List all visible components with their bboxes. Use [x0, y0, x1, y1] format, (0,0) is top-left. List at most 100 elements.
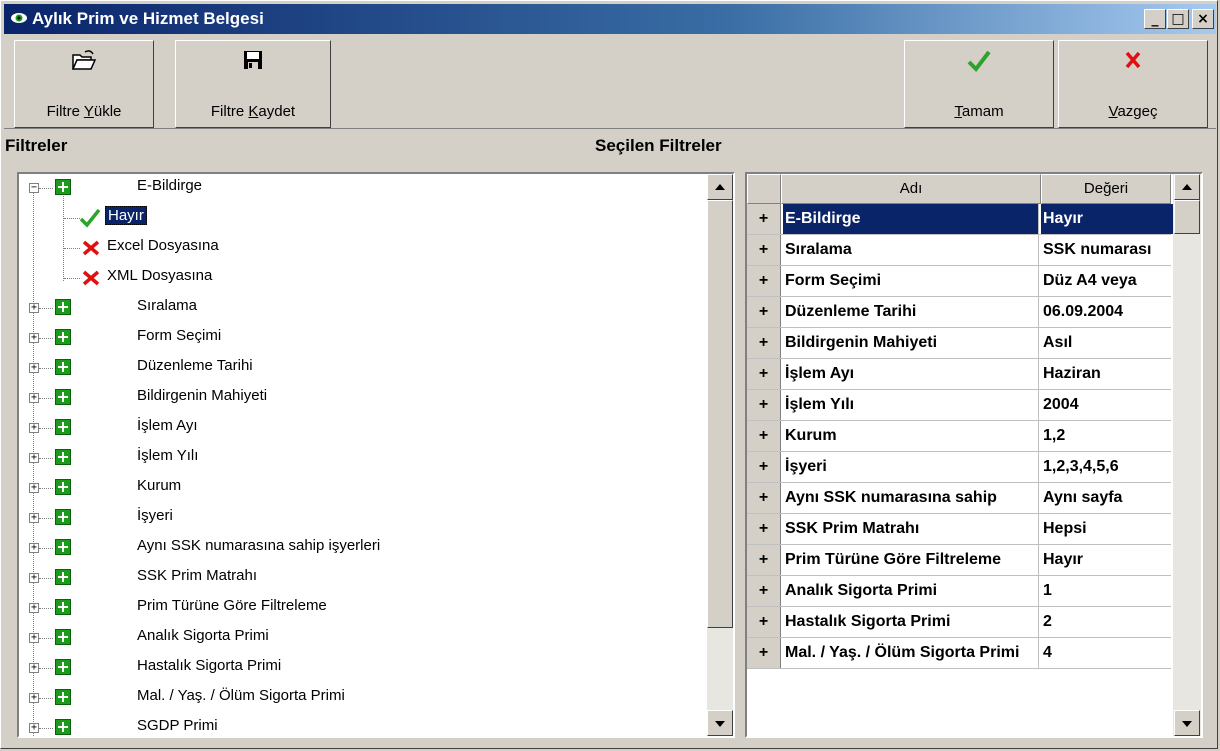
cancel-button[interactable]: Vazgeç	[1058, 40, 1208, 128]
grid-row[interactable]: + Prim Türüne Göre Filtreleme Hayır	[747, 545, 1171, 576]
expand-toggle[interactable]: +	[29, 633, 39, 643]
tree-node[interactable]: + Analık Sigorta Primi	[19, 624, 709, 654]
cell-name[interactable]: SSK Prim Matrahı	[783, 514, 1039, 544]
cell-value[interactable]: Aynı sayfa	[1041, 483, 1173, 513]
scroll-thumb[interactable]	[707, 200, 733, 628]
cell-value[interactable]: 1,2,3,4,5,6	[1041, 452, 1173, 482]
cell-name[interactable]: Sıralama	[783, 235, 1039, 265]
tree-node[interactable]: + Bildirgenin Mahiyeti	[19, 384, 709, 414]
tree-node[interactable]: + Hastalık Sigorta Primi	[19, 654, 709, 684]
expand-toggle[interactable]: +	[29, 663, 39, 673]
expand-toggle[interactable]: +	[29, 723, 39, 733]
tree-node[interactable]: + Mal. / Yaş. / Ölüm Sigorta Primi	[19, 684, 709, 714]
cell-name[interactable]: Prim Türüne Göre Filtreleme	[783, 545, 1039, 575]
expand-toggle[interactable]: +	[29, 603, 39, 613]
scroll-up-button[interactable]	[707, 174, 733, 200]
tree-node[interactable]: + Form Seçimi	[19, 324, 709, 354]
grid-row[interactable]: + Düzenleme Tarihi 06.09.2004	[747, 297, 1171, 328]
grid-scrollbar[interactable]	[1173, 174, 1201, 736]
expand-toggle[interactable]: +	[29, 543, 39, 553]
grid-row[interactable]: + SSK Prim Matrahı Hepsi	[747, 514, 1171, 545]
grid-row[interactable]: + Mal. / Yaş. / Ölüm Sigorta Primi 4	[747, 638, 1171, 669]
expand-toggle[interactable]: +	[29, 333, 39, 343]
cell-name[interactable]: E-Bildirge	[783, 204, 1039, 234]
grid-row[interactable]: + İşlem Yılı 2004	[747, 390, 1171, 421]
grid-row[interactable]: + İşyeri 1,2,3,4,5,6	[747, 452, 1171, 483]
close-button[interactable]: ×	[1192, 9, 1214, 29]
selected-filters-grid[interactable]: Adı Değeri + E-Bildirge Hayır + Sıralama SSK…	[745, 172, 1203, 738]
column-header-name[interactable]: Adı	[781, 174, 1041, 204]
cell-value[interactable]: 06.09.2004	[1041, 297, 1173, 327]
expand-toggle[interactable]: +	[29, 483, 39, 493]
cell-name[interactable]: Bildirgenin Mahiyeti	[783, 328, 1039, 358]
cell-name[interactable]: Aynı SSK numarasına sahip	[783, 483, 1039, 513]
grid-row[interactable]: + Hastalık Sigorta Primi 2	[747, 607, 1171, 638]
cell-value[interactable]: 1,2	[1041, 421, 1173, 451]
cell-value[interactable]: Asıl	[1041, 328, 1173, 358]
tree-node[interactable]: + İşlem Ayı	[19, 414, 709, 444]
save-filter-button[interactable]: Filtre Kaydet	[175, 40, 331, 128]
cell-name[interactable]: Düzenleme Tarihi	[783, 297, 1039, 327]
tree-node[interactable]: + Kurum	[19, 474, 709, 504]
tree-scrollbar[interactable]	[707, 174, 733, 736]
cell-value[interactable]: 4	[1041, 638, 1173, 668]
grid-row[interactable]: + Sıralama SSK numarası	[747, 235, 1171, 266]
ok-button[interactable]: Tamam	[904, 40, 1054, 128]
expand-toggle[interactable]: +	[29, 573, 39, 583]
grid-row[interactable]: + Form Seçimi Düz A4 veya	[747, 266, 1171, 297]
tree-node[interactable]: + Sıralama	[19, 294, 709, 324]
tree-node[interactable]: + SGDP Primi	[19, 714, 709, 736]
grid-row[interactable]: + Aynı SSK numarasına sahip Aynı sayfa	[747, 483, 1171, 514]
column-header-value[interactable]: Değeri	[1041, 174, 1171, 204]
expand-toggle[interactable]: +	[29, 423, 39, 433]
cell-name[interactable]: Hastalık Sigorta Primi	[783, 607, 1039, 637]
cell-name[interactable]: Analık Sigorta Primi	[783, 576, 1039, 606]
tree-child-xml[interactable]: XML Dosyasına	[19, 264, 709, 294]
cell-name[interactable]: Form Seçimi	[783, 266, 1039, 296]
scroll-thumb[interactable]	[1174, 200, 1200, 234]
tree-node[interactable]: + İşyeri	[19, 504, 709, 534]
expand-toggle[interactable]: +	[29, 303, 39, 313]
grid-row[interactable]: + Bildirgenin Mahiyeti Asıl	[747, 328, 1171, 359]
cell-value[interactable]: Hayır	[1041, 545, 1173, 575]
cell-name[interactable]: İşyeri	[783, 452, 1039, 482]
cell-value[interactable]: 2	[1041, 607, 1173, 637]
filter-tree[interactable]: − E-Bildirge Hayır Excel Dosyasına XML D…	[17, 172, 735, 738]
tree-node[interactable]: + SSK Prim Matrahı	[19, 564, 709, 594]
expand-toggle[interactable]: +	[29, 693, 39, 703]
expand-toggle[interactable]: +	[29, 453, 39, 463]
tree-child-hayir[interactable]: Hayır	[19, 204, 709, 234]
cell-value[interactable]: Düz A4 veya	[1041, 266, 1173, 296]
cell-value[interactable]: Haziran	[1041, 359, 1173, 389]
grid-row[interactable]: + Kurum 1,2	[747, 421, 1171, 452]
expand-toggle[interactable]: +	[29, 393, 39, 403]
cell-name[interactable]: İşlem Yılı	[783, 390, 1039, 420]
grid-row-selected[interactable]: + E-Bildirge Hayır	[747, 204, 1173, 235]
grid-row[interactable]: + İşlem Ayı Haziran	[747, 359, 1171, 390]
cell-value[interactable]: Hepsi	[1041, 514, 1173, 544]
tree-node-e-bildirge[interactable]: − E-Bildirge	[19, 174, 709, 204]
scroll-down-button[interactable]	[1174, 710, 1200, 736]
grid-row[interactable]: + Analık Sigorta Primi 1	[747, 576, 1171, 607]
expand-toggle[interactable]: +	[29, 363, 39, 373]
tree-node[interactable]: + Düzenleme Tarihi	[19, 354, 709, 384]
tree-child-excel[interactable]: Excel Dosyasına	[19, 234, 709, 264]
scroll-down-button[interactable]	[707, 710, 733, 736]
expand-toggle[interactable]: +	[29, 513, 39, 523]
tree-node[interactable]: + Aynı SSK numarasına sahip işyerleri	[19, 534, 709, 564]
tree-node[interactable]: + İşlem Yılı	[19, 444, 709, 474]
cell-value[interactable]: Hayır	[1041, 204, 1173, 234]
scroll-up-button[interactable]	[1174, 174, 1200, 200]
cell-name[interactable]: Mal. / Yaş. / Ölüm Sigorta Primi	[783, 638, 1039, 668]
title-bar[interactable]: Aylık Prim ve Hizmet Belgesi _ □ ×	[4, 4, 1216, 34]
cell-value[interactable]: 2004	[1041, 390, 1173, 420]
cell-name[interactable]: İşlem Ayı	[783, 359, 1039, 389]
cell-value[interactable]: SSK numarası	[1041, 235, 1173, 265]
tree-node[interactable]: + Prim Türüne Göre Filtreleme	[19, 594, 709, 624]
cell-value[interactable]: 1	[1041, 576, 1173, 606]
cell-name[interactable]: Kurum	[783, 421, 1039, 451]
collapse-toggle[interactable]: −	[29, 183, 39, 193]
maximize-button[interactable]: □	[1167, 9, 1189, 29]
minimize-button[interactable]: _	[1144, 9, 1166, 29]
load-filter-button[interactable]: Filtre Yükle	[14, 40, 154, 128]
